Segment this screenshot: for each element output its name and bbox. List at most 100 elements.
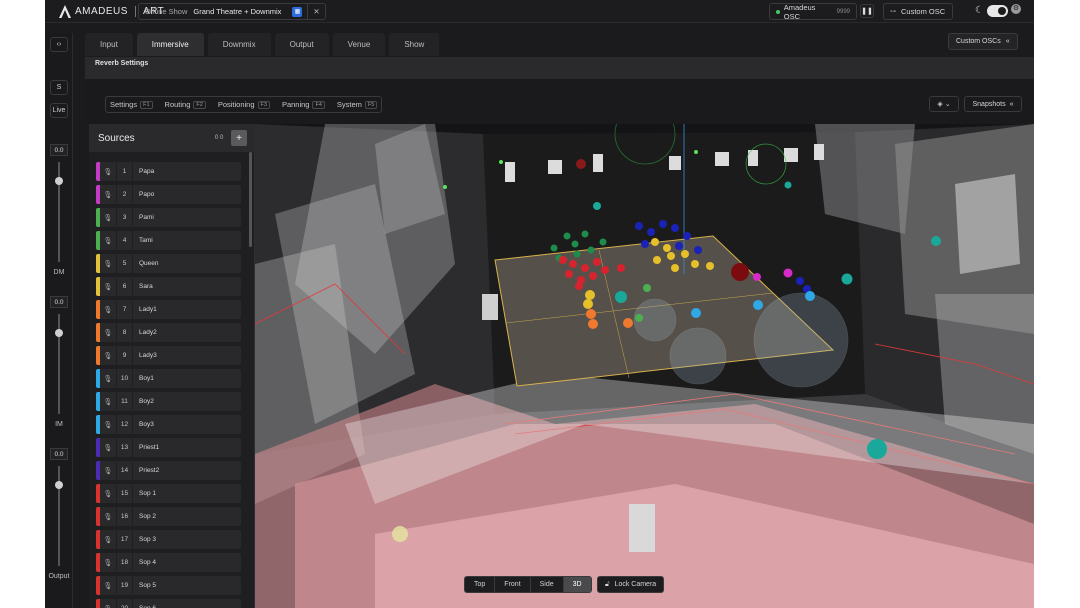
microphone-icon[interactable]: 🎙︎ (100, 490, 116, 498)
tab-venue[interactable]: Venue (332, 33, 386, 56)
microphone-icon[interactable]: 🎙︎ (100, 375, 116, 383)
show-selector[interactable]: Offline Show Grand Theatre + Downmix ▦ ✕ (138, 3, 326, 20)
snapshots-label: Snapshots (972, 100, 1006, 108)
menu-item-system[interactable]: System F5 (337, 100, 378, 109)
menu-item-panning[interactable]: Panning F4 (282, 100, 325, 109)
subheader: Reverb Settings (85, 57, 1034, 79)
microphone-icon[interactable]: 🎙︎ (100, 444, 116, 452)
source-row[interactable]: 🎙︎ 3 Pami (96, 208, 241, 227)
microphone-icon[interactable]: 🎙︎ (100, 536, 116, 544)
pause-osc-button[interactable]: ❚❚ (860, 4, 874, 18)
source-row[interactable]: 🎙︎ 10 Boy1 (96, 369, 241, 388)
theme-toggle[interactable] (987, 5, 1008, 17)
sources-scrollbar[interactable] (249, 152, 252, 247)
tab-input[interactable]: Input (85, 33, 133, 56)
tab-downmix[interactable]: Downmix (207, 33, 271, 56)
source-number: 5 (116, 254, 133, 273)
source-name: Sop 2 (139, 513, 156, 520)
view-top-button[interactable]: Top (465, 577, 496, 592)
output-label: Output (48, 573, 70, 580)
source-row[interactable]: 🎙︎ 9 Lady3 (96, 346, 241, 365)
add-source-button[interactable]: + (231, 130, 247, 146)
source-row[interactable]: 🎙︎ 19 Sop 5 (96, 576, 241, 595)
source-row[interactable]: 🎙︎ 6 Sara (96, 277, 241, 296)
im-value[interactable]: 0.0 (50, 296, 68, 308)
view-front-button[interactable]: Front (495, 577, 531, 592)
source-row[interactable]: 🎙︎ 7 Lady1 (96, 300, 241, 319)
source-row[interactable]: 🎙︎ 17 Sop 3 (96, 530, 241, 549)
microphone-icon[interactable]: 🎙︎ (100, 306, 116, 314)
source-name: Lady1 (139, 306, 157, 313)
chevrons-left-icon: « (1005, 38, 1010, 45)
source-row[interactable]: 🎙︎ 12 Boy3 (96, 415, 241, 434)
source-row[interactable]: 🎙︎ 2 Papo (96, 185, 241, 204)
osc-custom-label: Custom OSC (901, 7, 946, 16)
microphone-icon[interactable]: 🎙︎ (100, 605, 116, 608)
solo-button[interactable]: S (50, 80, 68, 95)
app-window: AMADEUS ART Offline Show Grand Theatre +… (45, 0, 1034, 608)
source-row[interactable]: 🎙︎ 16 Sop 2 (96, 507, 241, 526)
menu-item-routing[interactable]: Routing F2 (165, 100, 206, 109)
show-info-icon[interactable]: ▦ (292, 6, 303, 17)
menu-item-settings[interactable]: Settings F1 (110, 100, 153, 109)
chevron-down-icon: ⌄ (944, 101, 951, 108)
microphone-icon[interactable]: 🎙︎ (100, 329, 116, 337)
microphone-icon[interactable]: 🎙︎ (100, 283, 116, 291)
microphone-icon[interactable]: 🎙︎ (100, 237, 116, 245)
source-row[interactable]: 🎙︎ 14 Priest2 (96, 461, 241, 480)
3d-viewport[interactable]: Top Front Side 3D 🔓︎ Lock Camera (255, 124, 1034, 608)
tab-immersive[interactable]: Immersive (136, 33, 204, 56)
live-button[interactable]: Live (50, 103, 68, 118)
view-side-button[interactable]: Side (531, 577, 564, 592)
source-number: 13 (116, 438, 133, 457)
master-strip: ‹› S Live 0.0 DM 0.0 IM 0.0 Output (45, 33, 73, 608)
close-show-button[interactable]: ✕ (307, 4, 324, 19)
source-number: 20 (116, 599, 133, 608)
view-3d-button[interactable]: 3D (563, 577, 591, 592)
menu-item-label: Positioning (217, 100, 255, 109)
source-name: Queen (139, 260, 159, 267)
source-row[interactable]: 🎙︎ 8 Lady2 (96, 323, 241, 342)
snapshots-button[interactable]: Snapshots « (964, 96, 1022, 112)
tab-show[interactable]: Show (389, 33, 440, 56)
sources-header: Sources 0 0 + (89, 124, 255, 152)
microphone-icon[interactable]: 🎙︎ (100, 421, 116, 429)
microphone-icon[interactable]: 🎙︎ (100, 467, 116, 475)
settings-icon[interactable]: ⚙ (1011, 4, 1021, 14)
shortcut-key: F4 (312, 100, 325, 109)
microphone-icon[interactable]: 🎙︎ (100, 559, 116, 567)
source-row[interactable]: 🎙︎ 1 Papa (96, 162, 241, 181)
source-name: Tami (139, 237, 153, 244)
amadeus-osc-status[interactable]: Amadeus OSC 9999 (769, 3, 857, 21)
source-row[interactable]: 🎙︎ 18 Sop 4 (96, 553, 241, 572)
dm-value[interactable]: 0.0 (50, 144, 68, 156)
source-row[interactable]: 🎙︎20Sop 6 (96, 599, 241, 608)
microphone-icon[interactable]: 🎙︎ (100, 191, 116, 199)
source-number: 17 (116, 530, 133, 549)
dm-fader-knob[interactable] (55, 177, 63, 185)
custom-osc-status[interactable]: ⊶ Custom OSC (883, 3, 953, 20)
microphone-icon[interactable]: 🎙︎ (100, 582, 116, 590)
lock-camera-button[interactable]: 🔓︎ Lock Camera (597, 576, 665, 593)
microphone-icon[interactable]: 🎙︎ (100, 260, 116, 268)
source-row[interactable]: 🎙︎ 5 Queen (96, 254, 241, 273)
microphone-icon[interactable]: 🎙︎ (100, 398, 116, 406)
microphone-icon[interactable]: 🎙︎ (100, 214, 116, 222)
venue-3d-scene[interactable] (255, 124, 1034, 608)
output-value[interactable]: 0.0 (50, 448, 68, 460)
source-row[interactable]: 🎙︎ 11 Boy2 (96, 392, 241, 411)
im-fader-knob[interactable] (55, 329, 63, 337)
menu-item-label: Panning (281, 100, 310, 109)
output-fader-knob[interactable] (55, 481, 63, 489)
source-row[interactable]: 🎙︎ 4 Tami (96, 231, 241, 250)
microphone-icon[interactable]: 🎙︎ (100, 513, 116, 521)
collapse-strip-button[interactable]: ‹› (50, 37, 68, 52)
layers-dropdown[interactable]: ◈ ⌄ (929, 96, 959, 112)
custom-oscs-button[interactable]: Custom OSCs « (948, 33, 1018, 50)
source-row[interactable]: 🎙︎ 15 Sop 1 (96, 484, 241, 503)
menu-item-positioning[interactable]: Positioning F3 (218, 100, 270, 109)
tab-output[interactable]: Output (274, 33, 329, 56)
microphone-icon[interactable]: 🎙︎ (100, 168, 116, 176)
source-row[interactable]: 🎙︎ 13 Priest1 (96, 438, 241, 457)
microphone-icon[interactable]: 🎙︎ (100, 352, 116, 360)
